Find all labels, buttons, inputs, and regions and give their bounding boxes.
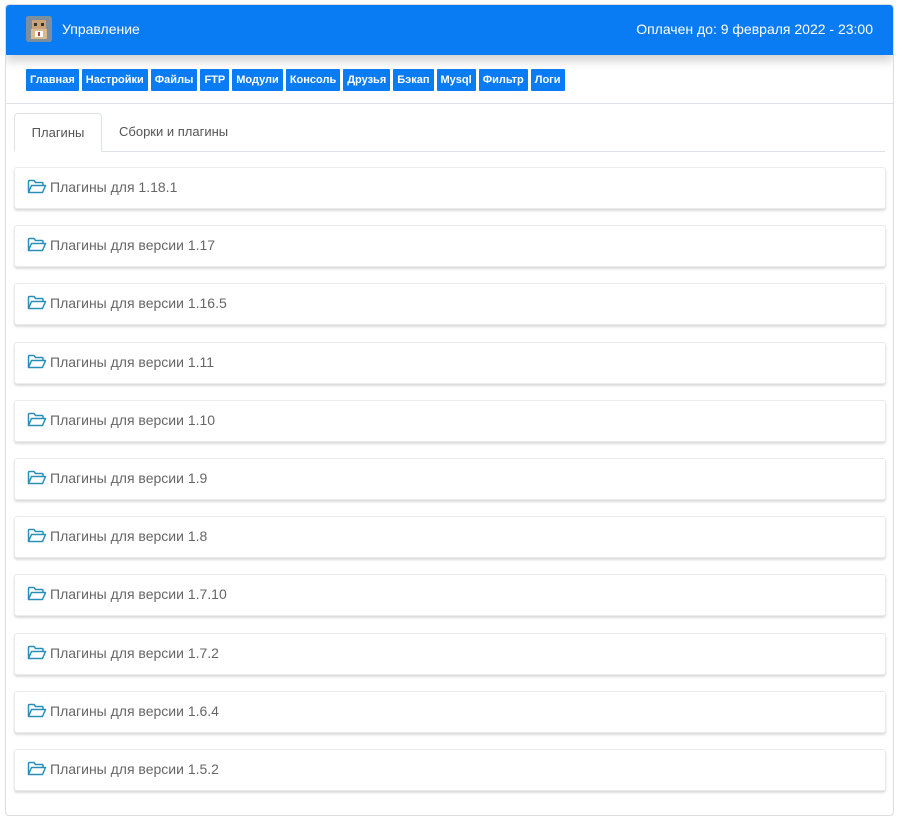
folder-item[interactable]: Плагины для версии 1.9 xyxy=(14,458,886,500)
tab-bar: Плагины Сборки и плагины xyxy=(14,113,885,152)
folder-open-icon xyxy=(27,470,47,486)
folder-item-label: Плагины для версии 1.7.2 xyxy=(50,645,219,661)
folder-item[interactable]: Плагины для версии 1.7.10 xyxy=(14,574,886,616)
folder-item-label: Плагины для версии 1.11 xyxy=(50,354,215,370)
nav-button-logs[interactable]: Логи xyxy=(530,69,565,91)
folder-item-label: Плагины для версии 1.10 xyxy=(50,412,216,428)
nav-button-ftp[interactable]: FTP xyxy=(200,69,230,91)
folder-item-label: Плагины для версии 1.16.5 xyxy=(50,295,227,311)
main-card: Управление Оплачен до: 9 февраля 2022 - … xyxy=(5,4,894,816)
folder-item[interactable]: Плагины для версии 1.16.5 xyxy=(14,283,886,325)
folder-item[interactable]: Плагины для версии 1.5.2 xyxy=(14,749,886,791)
folder-open-icon xyxy=(27,354,47,370)
folder-open-icon xyxy=(27,237,47,253)
folder-open-icon xyxy=(27,703,47,719)
nav-button-friends[interactable]: Друзья xyxy=(343,69,391,91)
folder-open-icon xyxy=(27,295,47,311)
nav-button-files[interactable]: Файлы xyxy=(150,69,198,91)
user-avatar-icon xyxy=(26,16,52,42)
folder-open-icon xyxy=(27,528,47,544)
folder-item[interactable]: Плагины для версии 1.8 xyxy=(14,516,886,558)
folder-item[interactable]: Плагины для версии 1.7.2 xyxy=(14,633,886,675)
folder-open-icon xyxy=(27,761,47,777)
folder-item-label: Плагины для 1.18.1 xyxy=(50,179,178,195)
folder-open-icon xyxy=(27,586,47,602)
nav-button-settings[interactable]: Настройки xyxy=(81,69,148,91)
folder-open-icon xyxy=(27,645,47,661)
folder-item[interactable]: Плагины для 1.18.1 xyxy=(14,167,886,209)
nav-button-backup[interactable]: Бэкап xyxy=(393,69,434,91)
folder-item-label: Плагины для версии 1.5.2 xyxy=(50,761,219,777)
nav-button-console[interactable]: Консоль xyxy=(285,69,341,91)
section-divider xyxy=(6,103,893,104)
folder-open-icon xyxy=(27,412,47,428)
nav-button-filter[interactable]: Фильтр xyxy=(478,69,528,91)
tab-builds-and-plugins[interactable]: Сборки и плагины xyxy=(103,113,244,152)
folder-item-label: Плагины для версии 1.6.4 xyxy=(50,703,219,719)
folder-item[interactable]: Плагины для версии 1.10 xyxy=(14,400,886,442)
page-title: Управление xyxy=(62,21,140,37)
nav-button-main[interactable]: Главная xyxy=(26,69,79,91)
folder-item-label: Плагины для версии 1.7.10 xyxy=(50,586,227,602)
server-nav: Главная Настройки Файлы FTP Модули Консо… xyxy=(26,69,565,91)
folder-open-icon xyxy=(27,179,47,195)
paid-until-status: Оплачен до: 9 февраля 2022 - 23:00 xyxy=(636,21,873,37)
nav-button-mysql[interactable]: Mysql xyxy=(436,69,476,91)
header-bar: Управление Оплачен до: 9 февраля 2022 - … xyxy=(6,5,893,55)
tab-plugins[interactable]: Плагины xyxy=(14,113,102,152)
folder-item[interactable]: Плагины для версии 1.17 xyxy=(14,225,886,267)
folder-item-label: Плагины для версии 1.9 xyxy=(50,470,208,486)
nav-button-modules[interactable]: Модули xyxy=(232,69,283,91)
folder-item-label: Плагины для версии 1.8 xyxy=(50,528,208,544)
folder-item[interactable]: Плагины для версии 1.11 xyxy=(14,342,886,384)
folder-item[interactable]: Плагины для версии 1.6.4 xyxy=(14,691,886,733)
folder-item-label: Плагины для версии 1.17 xyxy=(50,237,216,253)
